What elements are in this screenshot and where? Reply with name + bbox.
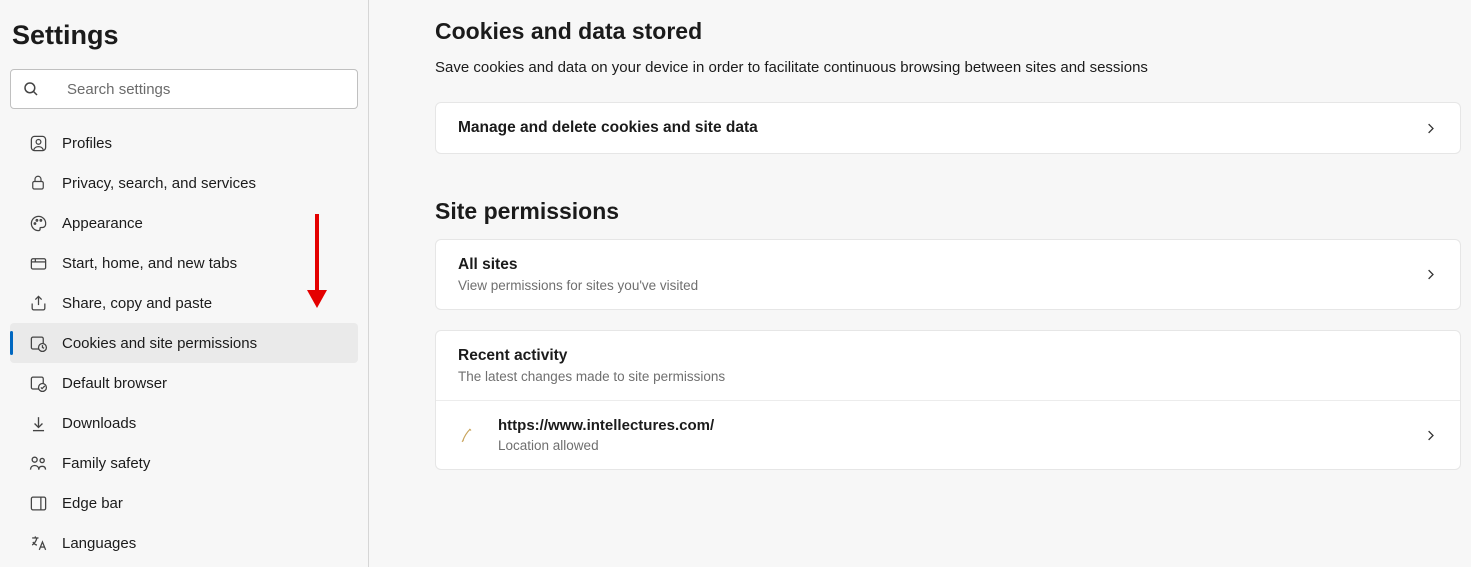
tabs-icon [28,253,48,273]
sidebar-item-cookies[interactable]: Cookies and site permissions [10,323,358,363]
sidebar-item-label: Share, copy and paste [62,295,212,312]
permissions-section-title: Site permissions [435,198,1461,225]
settings-nav: Profiles Privacy, search, and services A… [0,123,368,563]
settings-main: Cookies and data stored Save cookies and… [369,0,1471,567]
sidebar-item-family[interactable]: Family safety [10,443,358,483]
manage-cookies-label: Manage and delete cookies and site data [458,119,1423,137]
sidebar-item-label: Edge bar [62,495,123,512]
cookies-section-title: Cookies and data stored [435,18,1461,45]
sidebar-item-default-browser[interactable]: Default browser [10,363,358,403]
cookies-permissions-icon [28,333,48,353]
all-sites-sub: View permissions for sites you've visite… [458,278,1423,293]
sidebar-item-label: Languages [62,535,136,552]
sidebar-item-label: Appearance [62,215,143,232]
search-input[interactable] [67,81,347,98]
sidebar-item-privacy[interactable]: Privacy, search, and services [10,163,358,203]
sidebar-item-label: Start, home, and new tabs [62,255,237,272]
all-sites-title: All sites [458,256,1423,274]
recent-site-status: Location allowed [498,438,1423,453]
download-icon [28,413,48,433]
recent-activity-sub: The latest changes made to site permissi… [458,369,1438,384]
sidebar-item-appearance[interactable]: Appearance [10,203,358,243]
sidebar-item-share[interactable]: Share, copy and paste [10,283,358,323]
settings-sidebar: Settings Profiles Privacy, search, a [0,0,369,567]
chevron-right-icon [1423,267,1438,282]
profile-icon [28,133,48,153]
sidebar-item-label: Privacy, search, and services [62,175,256,192]
search-icon [21,79,41,99]
chevron-right-icon [1423,121,1438,136]
sidebar-item-label: Default browser [62,375,167,392]
all-sites-card: All sites View permissions for sites you… [435,239,1461,310]
all-sites-row[interactable]: All sites View permissions for sites you… [436,240,1460,309]
sidebar-item-label: Downloads [62,415,136,432]
recent-activity-header: Recent activity The latest changes made … [436,331,1460,400]
sidebar-item-languages[interactable]: Languages [10,523,358,563]
share-icon [28,293,48,313]
recent-activity-title: Recent activity [458,347,1438,365]
family-icon [28,453,48,473]
sidebar-item-label: Profiles [62,135,112,152]
languages-icon [28,533,48,553]
site-favicon-icon [458,426,478,444]
sidebar-item-downloads[interactable]: Downloads [10,403,358,443]
recent-site-url: https://www.intellectures.com/ [498,417,1423,434]
search-box[interactable] [10,69,358,109]
palette-icon [28,213,48,233]
sidebar-item-label: Family safety [62,455,150,472]
page-title: Settings [0,20,368,69]
manage-cookies-row[interactable]: Manage and delete cookies and site data [436,103,1460,153]
recent-site-row[interactable]: https://www.intellectures.com/ Location … [436,401,1460,469]
sidebar-item-start[interactable]: Start, home, and new tabs [10,243,358,283]
browser-icon [28,373,48,393]
recent-activity-card: Recent activity The latest changes made … [435,330,1461,470]
chevron-right-icon [1423,428,1438,443]
manage-cookies-card: Manage and delete cookies and site data [435,102,1461,154]
sidebar-item-profiles[interactable]: Profiles [10,123,358,163]
lock-icon [28,173,48,193]
cookies-section-desc: Save cookies and data on your device in … [435,59,1461,76]
sidebar-item-label: Cookies and site permissions [62,335,257,352]
sidebar-panel-icon [28,493,48,513]
sidebar-item-edge-bar[interactable]: Edge bar [10,483,358,523]
